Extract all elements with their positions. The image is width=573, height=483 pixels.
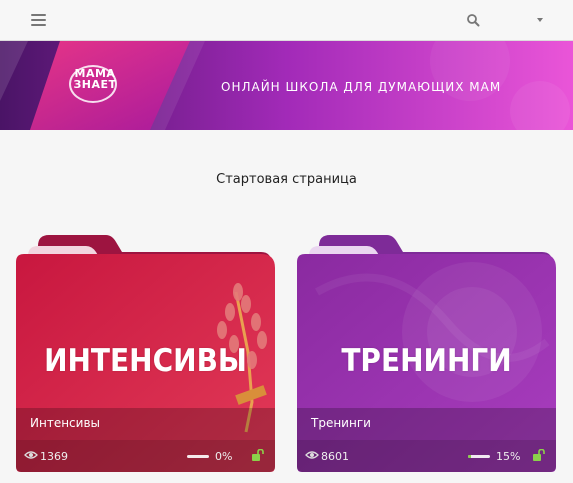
caret-down-icon[interactable] (537, 18, 543, 22)
logo: МАМА ЗНАЕТ (72, 68, 118, 90)
logo-line2: ЗНАЕТ (73, 78, 117, 91)
views-count: 1369 (40, 450, 68, 463)
search-icon[interactable] (466, 13, 480, 27)
eye-icon (305, 451, 319, 459)
unlock-icon (533, 449, 545, 461)
progress-bar (187, 455, 209, 458)
course-card-trainings[interactable]: ТРЕНИНГИ Тренинги 8601 15% (297, 232, 556, 472)
views-count: 8601 (321, 450, 349, 463)
header-banner: МАМА ЗНАЕТ ОНЛАЙН ШКОЛА ДЛЯ ДУМАЮЩИХ МАМ (0, 41, 573, 130)
card-title[interactable]: Интенсивы (30, 416, 100, 430)
progress-bar (468, 455, 490, 458)
page-title: Стартовая страница (216, 172, 357, 187)
card-cover-title: ТРЕНИНГИ (341, 342, 512, 379)
top-bar (0, 0, 573, 41)
hamburger-icon[interactable] (31, 14, 46, 26)
banner-tagline: ОНЛАЙН ШКОЛА ДЛЯ ДУМАЮЩИХ МАМ (221, 80, 502, 94)
progress-percent: 15% (496, 450, 521, 463)
progress-percent: 0% (215, 450, 233, 463)
eye-icon (24, 451, 38, 459)
card-cover-title: ИНТЕНСИВЫ (44, 342, 247, 379)
card-title[interactable]: Тренинги (311, 416, 371, 430)
unlock-icon (252, 449, 264, 461)
progress-fill (468, 455, 472, 458)
course-card-intensives[interactable]: ИНТЕНСИВЫ Интенсивы 1369 0% (16, 232, 275, 472)
